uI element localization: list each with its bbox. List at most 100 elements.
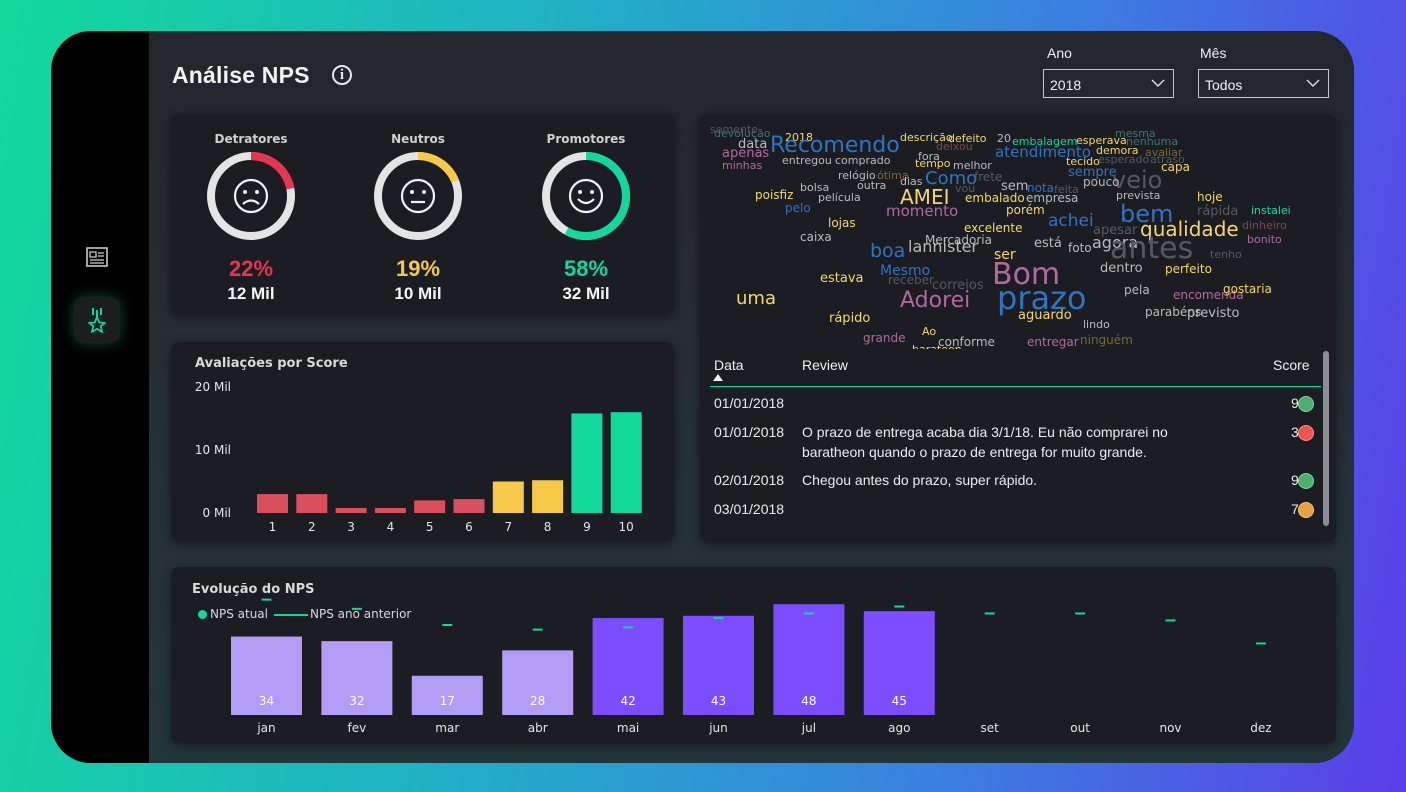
- nps-percentage: 19%: [395, 256, 441, 281]
- word-cloud-word[interactable]: barateon: [912, 344, 962, 349]
- nps-summary-card: Detratores 22% 12 Mil Neutros 19% 10 Mil…: [171, 114, 674, 314]
- word-cloud-word[interactable]: rápido: [829, 312, 870, 325]
- word-cloud-word[interactable]: hoje: [1197, 191, 1223, 203]
- month-label: jun: [708, 721, 728, 735]
- word-cloud-word[interactable]: correios: [932, 279, 984, 292]
- mes-select[interactable]: Todos: [1198, 69, 1329, 98]
- reviews-card: devolução 2018 data apenas Recomendo descriçã…: [700, 114, 1336, 542]
- col-data-header[interactable]: Data: [714, 357, 744, 373]
- month-label: ago: [888, 721, 910, 735]
- month-label: set: [981, 721, 1000, 735]
- ano-label: Ano: [1047, 45, 1072, 61]
- word-cloud-word[interactable]: entregar: [1027, 336, 1079, 348]
- word-cloud-word[interactable]: lojas: [828, 217, 856, 229]
- word-cloud-word[interactable]: capa: [1161, 161, 1190, 173]
- word-cloud-word[interactable]: aguardo: [1018, 309, 1072, 322]
- happy-face-icon: [542, 152, 630, 240]
- info-icon[interactable]: i: [332, 65, 352, 85]
- row-review: Chegou antes do prazo, super rápido.: [802, 472, 1038, 488]
- word-cloud-word[interactable]: antes: [1110, 234, 1193, 264]
- word-cloud-word[interactable]: instalei: [1251, 205, 1291, 216]
- word-cloud-word[interactable]: poisfiz: [755, 189, 793, 201]
- nps-count: 32 Mil: [562, 284, 610, 303]
- word-cloud-word[interactable]: deixou: [936, 141, 973, 152]
- col-review-header[interactable]: Review: [802, 357, 848, 373]
- table-scrollbar[interactable]: [1323, 351, 1329, 526]
- word-cloud-word[interactable]: grande: [863, 332, 906, 344]
- score-bar[interactable]: [296, 494, 328, 513]
- x-tick-label: 3: [347, 520, 355, 534]
- word-cloud-word[interactable]: uma: [736, 290, 776, 308]
- month-label: jan: [256, 721, 275, 735]
- word-cloud-word[interactable]: previsto: [1187, 307, 1239, 320]
- word-cloud-word[interactable]: Ao: [922, 326, 936, 337]
- word-cloud-word[interactable]: porém: [1006, 204, 1045, 216]
- ano-select[interactable]: 2018: [1043, 69, 1174, 98]
- nav-report-button[interactable]: [74, 234, 120, 280]
- nps-label: Neutros: [391, 132, 445, 146]
- word-cloud-word[interactable]: receber: [888, 274, 934, 286]
- x-tick-label: 10: [619, 520, 634, 534]
- score-bar[interactable]: [374, 507, 406, 513]
- word-cloud: devolução 2018 data apenas Recomendo descriçã…: [700, 114, 1336, 349]
- word-cloud-word[interactable]: gostaria: [1223, 283, 1272, 295]
- word-cloud-word[interactable]: está: [1034, 237, 1062, 250]
- page-title: Análise NPS: [172, 62, 310, 88]
- main-content: Análise NPS i Ano 2018 Mês Todos Detrato…: [149, 31, 1354, 763]
- evolution-chart-card: Evolução do NPS NPS atual NPS ano anteri…: [171, 567, 1336, 743]
- word-cloud-word[interactable]: minhas: [722, 160, 762, 171]
- word-cloud-word[interactable]: Mercadoria: [925, 234, 992, 246]
- score-bar[interactable]: [257, 494, 288, 513]
- word-cloud-word[interactable]: dinheiro: [1242, 220, 1287, 231]
- word-cloud-word[interactable]: somente: [710, 124, 758, 135]
- month-label: dez: [1250, 721, 1271, 735]
- col-score-header[interactable]: Score: [1273, 357, 1310, 373]
- word-cloud-word[interactable]: boa: [870, 242, 905, 261]
- score-indicator: [1298, 396, 1314, 412]
- score-bar[interactable]: [335, 507, 367, 513]
- word-cloud-word[interactable]: caixa: [800, 231, 832, 243]
- word-cloud-word[interactable]: perfeito: [1165, 263, 1212, 275]
- month-label: nov: [1159, 721, 1181, 735]
- score-bar[interactable]: [453, 499, 485, 513]
- word-cloud-word[interactable]: entregou: [782, 155, 832, 166]
- word-cloud-word[interactable]: tenho: [1210, 249, 1242, 260]
- word-cloud-word[interactable]: lindo: [1083, 319, 1110, 330]
- word-cloud-word[interactable]: frete: [974, 171, 1002, 183]
- word-cloud-word[interactable]: foto: [1068, 242, 1092, 254]
- score-bar[interactable]: [492, 481, 524, 514]
- x-tick-label: 8: [544, 520, 552, 534]
- word-cloud-word[interactable]: estava: [820, 272, 864, 285]
- word-cloud-word[interactable]: ninguém: [1080, 334, 1133, 346]
- word-cloud-word[interactable]: pelo: [785, 202, 811, 214]
- word-cloud-word[interactable]: bonito: [1247, 234, 1282, 245]
- score-bar[interactable]: [414, 500, 446, 513]
- nps-bar-value: 17: [440, 694, 455, 708]
- sort-asc-icon[interactable]: [712, 374, 724, 382]
- word-cloud-word[interactable]: dias: [900, 176, 923, 187]
- word-cloud-word[interactable]: momento: [886, 204, 958, 219]
- nps-percentage: 22%: [228, 256, 274, 281]
- word-cloud-word[interactable]: Adorei: [900, 290, 970, 312]
- x-tick-label: 7: [504, 520, 512, 534]
- word-cloud-word[interactable]: empresa: [1026, 192, 1078, 204]
- word-cloud-word[interactable]: película: [818, 192, 861, 203]
- word-cloud-word[interactable]: dentro: [1100, 262, 1143, 275]
- score-indicator: [1298, 425, 1314, 441]
- word-cloud-word[interactable]: achei: [1048, 213, 1094, 230]
- score-bar[interactable]: [532, 480, 564, 513]
- row-review: O prazo de entrega acaba dia 3/1/18. Eu …: [802, 424, 1168, 460]
- word-cloud-word[interactable]: pela: [1124, 284, 1150, 296]
- nps-bar-value: 43: [711, 694, 726, 708]
- word-cloud-word[interactable]: comprado: [835, 155, 890, 166]
- nps-bar-value: 32: [349, 694, 364, 708]
- word-cloud-word[interactable]: outra: [857, 180, 886, 191]
- nav-nps-button[interactable]: [74, 297, 120, 343]
- word-cloud-word[interactable]: pouco: [1083, 176, 1120, 188]
- score-bar[interactable]: [610, 412, 642, 513]
- mes-select-value: Todos: [1205, 77, 1243, 93]
- chevron-down-icon: [1306, 79, 1320, 87]
- evolution-bar-chart: 34 jan 32 fev 17 mar 28 abr 42 mai 43 jun 48 jul 45 ago…: [231, 598, 1272, 735]
- score-bar[interactable]: [571, 413, 603, 513]
- word-cloud-word[interactable]: esperado: [1098, 154, 1149, 165]
